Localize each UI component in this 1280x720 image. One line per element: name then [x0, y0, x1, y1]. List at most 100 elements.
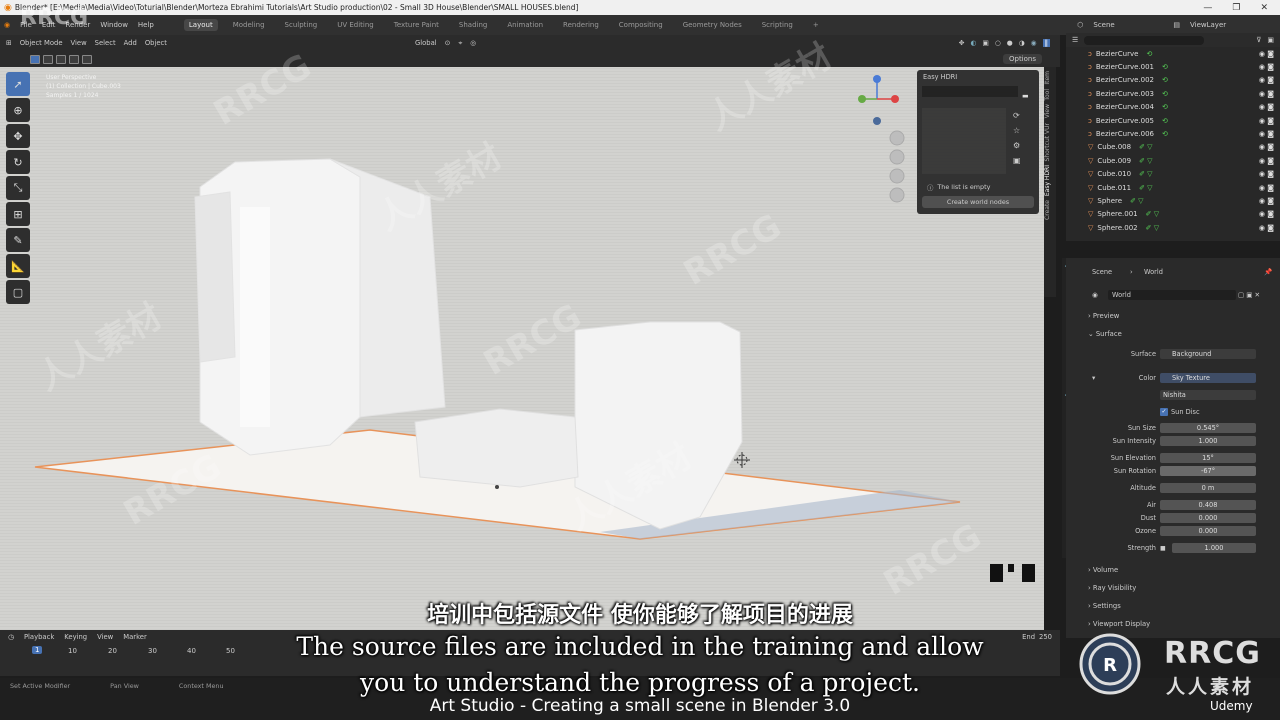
folder-icon[interactable]: ▬: [1022, 92, 1029, 100]
camera-view-icon[interactable]: [889, 168, 905, 184]
pause-icon[interactable]: ‖: [1042, 39, 1050, 47]
color-texture-field[interactable]: Sky Texture: [1160, 373, 1256, 383]
blender-menu-icon[interactable]: ◉: [4, 21, 10, 29]
visibility-eye-icon[interactable]: ◉ ◙: [1259, 103, 1274, 111]
visibility-eye-icon[interactable]: ◉ ◙: [1259, 210, 1274, 218]
menu-view[interactable]: View: [71, 39, 87, 47]
tab-shortcut[interactable]: Shortcut VUr: [1044, 123, 1051, 161]
object-mode-dropdown[interactable]: Object Mode: [20, 39, 63, 47]
tab-compositing[interactable]: Compositing: [614, 19, 668, 31]
tab-sculpting[interactable]: Sculpting: [280, 19, 323, 31]
surface-shader-field[interactable]: Background: [1160, 349, 1256, 359]
transform-tool-icon[interactable]: ⊞: [6, 202, 30, 226]
outliner-row[interactable]: ▽ Cube.009 ✐ ▽ ◉ ◙: [1066, 154, 1280, 167]
tab-item[interactable]: Item: [1044, 71, 1051, 85]
altitude-field[interactable]: 0 m: [1160, 483, 1256, 493]
tab-view[interactable]: View: [1044, 104, 1051, 118]
tab-geometry-nodes[interactable]: Geometry Nodes: [678, 19, 747, 31]
material-shading-icon[interactable]: ◑: [1019, 39, 1025, 47]
annotate-tool-icon[interactable]: ✎: [6, 228, 30, 252]
pan-hand-icon[interactable]: [889, 149, 905, 165]
perspective-toggle-icon[interactable]: [889, 187, 905, 203]
outliner-row[interactable]: ↄ BezierCurve.003 ⟲ ◉ ◙: [1066, 87, 1280, 100]
refresh-icon[interactable]: ⟳: [1013, 108, 1021, 123]
menu-add[interactable]: Add: [124, 39, 137, 47]
sun-disc-checkbox[interactable]: ✓: [1160, 408, 1168, 416]
xray-icon[interactable]: ▣: [982, 39, 988, 47]
hdri-preview[interactable]: [922, 108, 1006, 174]
minimize-icon[interactable]: —: [1203, 3, 1212, 13]
visibility-eye-icon[interactable]: ◉ ◙: [1259, 197, 1274, 205]
outliner-row[interactable]: ↄ BezierCurve.006 ⟲ ◉ ◙: [1066, 127, 1280, 140]
tab-scripting[interactable]: Scripting: [757, 19, 798, 31]
viewlayer-icon[interactable]: ▤: [1173, 21, 1180, 29]
editor-type-icon[interactable]: ⊞: [6, 39, 12, 47]
favorite-icon[interactable]: ☆: [1013, 123, 1021, 138]
select-intersect-icon[interactable]: [82, 54, 92, 64]
sun-elevation-field[interactable]: 15°: [1160, 453, 1256, 463]
outliner-row[interactable]: ▽ Sphere ✐ ▽ ◉ ◙: [1066, 194, 1280, 207]
visibility-eye-icon[interactable]: ◉ ◙: [1259, 63, 1274, 71]
move-tool-icon[interactable]: ✥: [6, 124, 30, 148]
visibility-eye-icon[interactable]: ◉ ◙: [1259, 224, 1274, 232]
tab-layout[interactable]: Layout: [183, 19, 218, 31]
outliner-row[interactable]: ▽ Sphere.001 ✐ ▽ ◉ ◙: [1066, 208, 1280, 221]
scene-icon[interactable]: ⬡: [1077, 21, 1083, 29]
wireframe-shading-icon[interactable]: ○: [995, 39, 1001, 47]
close-icon[interactable]: ✕: [1260, 3, 1268, 13]
world-datablock-field[interactable]: World: [1108, 290, 1236, 300]
outliner-row[interactable]: ▽ Sphere.002 ✐ ▽ ◉ ◙: [1066, 221, 1280, 234]
sky-type-dropdown[interactable]: Nishita: [1160, 390, 1256, 400]
new-collection-icon[interactable]: ▣: [1267, 36, 1280, 44]
outliner-row[interactable]: ▽ Cube.010 ✐ ▽ ◉ ◙: [1066, 168, 1280, 181]
tab-uv-editing[interactable]: UV Editing: [332, 19, 379, 31]
color-expand-icon[interactable]: ▾: [1092, 374, 1095, 382]
select-box-icon[interactable]: [30, 54, 40, 64]
tab-easy-hdri[interactable]: Easy HDRI: [1044, 165, 1051, 196]
outliner-search-input[interactable]: [1084, 35, 1205, 45]
breadcrumb-scene[interactable]: Scene: [1092, 268, 1112, 276]
cursor-tool-icon[interactable]: ⊕: [6, 98, 30, 122]
outliner-row[interactable]: ↄ BezierCurve ⟲ ◉ ◙: [1066, 47, 1280, 60]
outliner-editor-icon[interactable]: ☰: [1072, 36, 1078, 44]
outliner-row[interactable]: ▽ Cube.011 ✐ ▽ ◉ ◙: [1066, 181, 1280, 194]
create-world-nodes-button[interactable]: Create world nodes: [922, 196, 1034, 208]
sun-intensity-field[interactable]: 1.000: [1160, 436, 1256, 446]
section-surface[interactable]: ⌄ Surface: [1088, 330, 1122, 338]
tab-shading[interactable]: Shading: [454, 19, 492, 31]
tab-modeling[interactable]: Modeling: [228, 19, 270, 31]
rotate-tool-icon[interactable]: ↻: [6, 150, 30, 174]
image-icon[interactable]: ▣: [1013, 153, 1021, 168]
ozone-field[interactable]: 0.000: [1160, 526, 1256, 536]
gizmo-icon[interactable]: ✥: [959, 39, 965, 47]
visibility-eye-icon[interactable]: ◉ ◙: [1259, 50, 1274, 58]
select-subtract-icon[interactable]: [56, 54, 66, 64]
section-ray-visibility[interactable]: › Ray Visibility: [1088, 584, 1136, 592]
outliner-row[interactable]: ▽ Cube.008 ✐ ▽ ◉ ◙: [1066, 141, 1280, 154]
outliner-row[interactable]: ↄ BezierCurve.001 ⟲ ◉ ◙: [1066, 60, 1280, 73]
breadcrumb-world[interactable]: World: [1144, 268, 1163, 276]
proportional-icon[interactable]: ◎: [470, 39, 476, 47]
solid-shading-icon[interactable]: ●: [1007, 39, 1013, 47]
filter-icon[interactable]: ⊽: [1256, 36, 1261, 44]
strength-socket-icon[interactable]: ■: [1160, 545, 1166, 552]
hdri-path-field[interactable]: [922, 86, 1018, 97]
rendered-shading-icon[interactable]: ◉: [1031, 39, 1037, 47]
pin-icon[interactable]: 📌: [1264, 268, 1272, 276]
outliner-row[interactable]: ↄ BezierCurve.004 ⟲ ◉ ◙: [1066, 101, 1280, 114]
measure-tool-icon[interactable]: 📐: [6, 254, 30, 278]
visibility-eye-icon[interactable]: ◉ ◙: [1259, 157, 1274, 165]
tab-animation[interactable]: Animation: [502, 19, 548, 31]
visibility-eye-icon[interactable]: ◉ ◙: [1259, 184, 1274, 192]
pivot-icon[interactable]: ⊙: [445, 39, 451, 47]
datablock-actions-icon[interactable]: ▢▣✕: [1238, 291, 1262, 299]
visibility-eye-icon[interactable]: ◉ ◙: [1259, 76, 1274, 84]
menu-object[interactable]: Object: [145, 39, 167, 47]
tab-rendering[interactable]: Rendering: [558, 19, 604, 31]
section-preview[interactable]: › Preview: [1088, 312, 1119, 320]
visibility-eye-icon[interactable]: ◉ ◙: [1259, 143, 1274, 151]
transform-orientation-dropdown[interactable]: Global: [415, 39, 437, 47]
visibility-eye-icon[interactable]: ◉ ◙: [1259, 90, 1274, 98]
tab-create[interactable]: Create: [1044, 200, 1051, 220]
outliner-row[interactable]: ↄ BezierCurve.005 ⟲ ◉ ◙: [1066, 114, 1280, 127]
